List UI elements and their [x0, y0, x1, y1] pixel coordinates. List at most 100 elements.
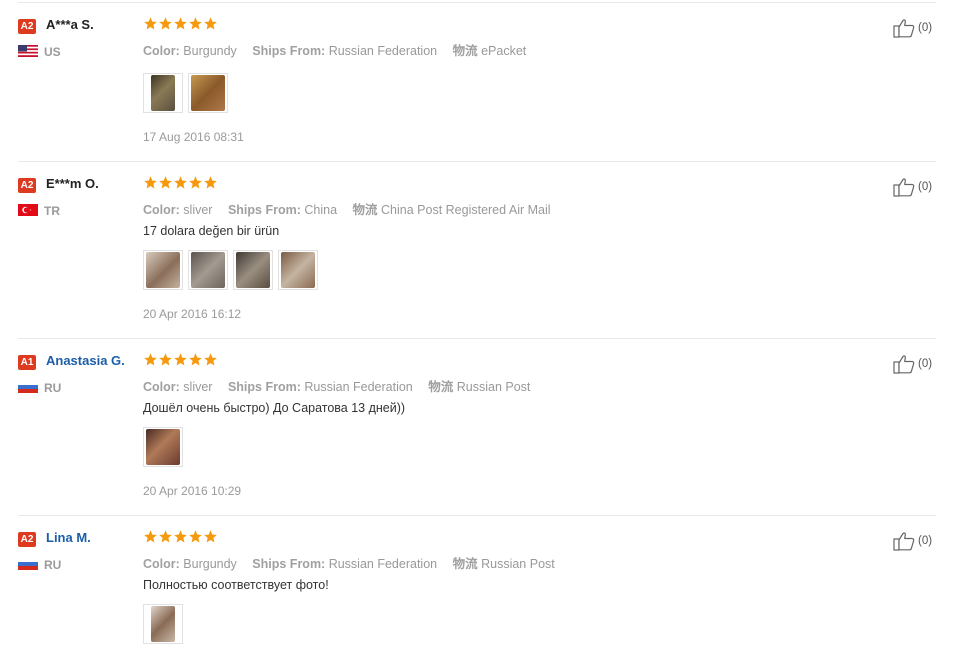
color-label: Color: — [143, 380, 180, 394]
star-icon — [159, 17, 172, 30]
ships-from-label: Ships From: — [252, 44, 326, 58]
ships-from-value: Russian Federation — [328, 44, 438, 58]
buyer-level-badge: A1 — [18, 355, 36, 370]
helpful-button[interactable]: (0) — [893, 18, 932, 38]
review-images — [143, 73, 228, 115]
helpful-count: (0) — [918, 181, 933, 193]
review-comment: Полностью соответствует фото! — [143, 578, 329, 592]
divider — [18, 338, 936, 339]
review-image-thumb[interactable] — [188, 250, 228, 290]
star-icon — [159, 530, 172, 543]
star-icon — [204, 353, 217, 366]
color-label: Color: — [143, 557, 180, 571]
ships-from-label: Ships From: — [227, 203, 301, 217]
order-attributes: Color: sliver Ships From: Russian Federa… — [143, 376, 530, 395]
star-icon — [159, 176, 172, 189]
star-icon — [204, 176, 217, 189]
star-icon — [204, 530, 217, 543]
logistics-value: China Post Registered Air Mail — [381, 203, 551, 217]
color-label: Color: — [143, 44, 180, 58]
helpful-count: (0) — [918, 535, 933, 547]
star-icon — [144, 530, 157, 543]
logistics-value: Russian Post — [456, 380, 531, 394]
ships-from-label: Ships From: — [252, 557, 326, 571]
helpful-button[interactable]: (0) — [893, 531, 932, 551]
logistics-value: Russian Post — [481, 557, 555, 571]
logistics-label: 物流 — [352, 203, 378, 217]
review-date: 20 Apr 2016 10:29 — [143, 484, 242, 498]
logistics-label: 物流 — [452, 44, 478, 58]
star-icon — [144, 17, 157, 30]
helpful-count: (0) — [918, 22, 933, 34]
buyer-country: RU — [44, 558, 62, 572]
buyer-country: US — [44, 45, 61, 59]
star-rating — [143, 352, 218, 368]
order-attributes: Color: Burgundy Ships From: Russian Fede… — [143, 40, 526, 59]
color-value: sliver — [183, 380, 213, 394]
star-icon — [144, 176, 157, 189]
logistics-value: ePacket — [481, 44, 527, 58]
review-list: A2 A***a S. US Color: Burgundy Ships Fro… — [0, 0, 959, 655]
review-item: A2 A***a S. US Color: Burgundy Ships Fro… — [0, 0, 959, 160]
logistics-label: 物流 — [428, 380, 454, 394]
ships-from-value: China — [304, 203, 338, 217]
helpful-button[interactable]: (0) — [893, 177, 932, 197]
review-item: A2 Lina M. RU Color: Burgundy Ships From… — [0, 515, 959, 655]
star-icon — [189, 353, 202, 366]
color-value: Burgundy — [183, 44, 237, 58]
color-value: sliver — [183, 203, 213, 217]
ships-from-label: Ships From: — [227, 380, 301, 394]
star-icon — [174, 176, 187, 189]
review-date: 20 Apr 2016 16:12 — [143, 307, 242, 321]
buyer-name-link[interactable]: Lina M. — [46, 530, 91, 545]
buyer-name: A***a S. — [46, 17, 94, 32]
helpful-button[interactable]: (0) — [893, 354, 932, 374]
thumbs-up-icon — [893, 532, 915, 551]
review-images — [143, 250, 318, 292]
review-image-thumb[interactable] — [233, 250, 273, 290]
review-item: A1 Anastasia G. RU Color: sliver Ships F… — [0, 338, 959, 515]
review-images — [143, 427, 183, 469]
star-icon — [189, 530, 202, 543]
divider — [18, 515, 936, 516]
buyer-country: RU — [44, 381, 62, 395]
review-image-thumb[interactable] — [143, 427, 183, 467]
helpful-count: (0) — [918, 358, 933, 370]
ru-flag-icon — [18, 381, 38, 393]
star-icon — [189, 17, 202, 30]
buyer-level-badge: A2 — [18, 178, 36, 193]
tr-flag-icon — [18, 204, 38, 216]
thumbs-up-icon — [893, 355, 915, 374]
review-image-thumb[interactable] — [278, 250, 318, 290]
star-icon — [174, 530, 187, 543]
ships-from-value: Russian Federation — [304, 380, 413, 394]
us-flag-icon — [18, 45, 38, 57]
star-icon — [204, 17, 217, 30]
star-rating — [143, 175, 218, 191]
divider — [18, 161, 936, 162]
thumbs-up-icon — [893, 178, 915, 197]
review-item: A2 E***m O. TR Color: sliver Ships From:… — [0, 161, 959, 338]
review-image-thumb[interactable] — [143, 250, 183, 290]
review-comment: 17 dolara değen bir ürün — [143, 224, 280, 238]
buyer-country: TR — [44, 204, 60, 218]
star-rating — [143, 529, 218, 545]
review-image-thumb[interactable] — [188, 73, 228, 113]
color-value: Burgundy — [183, 557, 237, 571]
star-icon — [174, 353, 187, 366]
ru-flag-icon — [18, 558, 38, 570]
review-images — [143, 604, 183, 646]
star-rating — [143, 16, 218, 32]
thumbs-up-icon — [893, 19, 915, 38]
buyer-name-link[interactable]: Anastasia G. — [46, 353, 125, 368]
review-image-thumb[interactable] — [143, 604, 183, 644]
buyer-level-badge: A2 — [18, 532, 36, 547]
review-date: 17 Aug 2016 08:31 — [143, 130, 244, 144]
buyer-name: E***m O. — [46, 176, 99, 191]
order-attributes: Color: Burgundy Ships From: Russian Fede… — [143, 553, 555, 572]
star-icon — [144, 353, 157, 366]
buyer-level-badge: A2 — [18, 19, 36, 34]
color-label: Color: — [143, 203, 180, 217]
logistics-label: 物流 — [452, 557, 478, 571]
review-image-thumb[interactable] — [143, 73, 183, 113]
